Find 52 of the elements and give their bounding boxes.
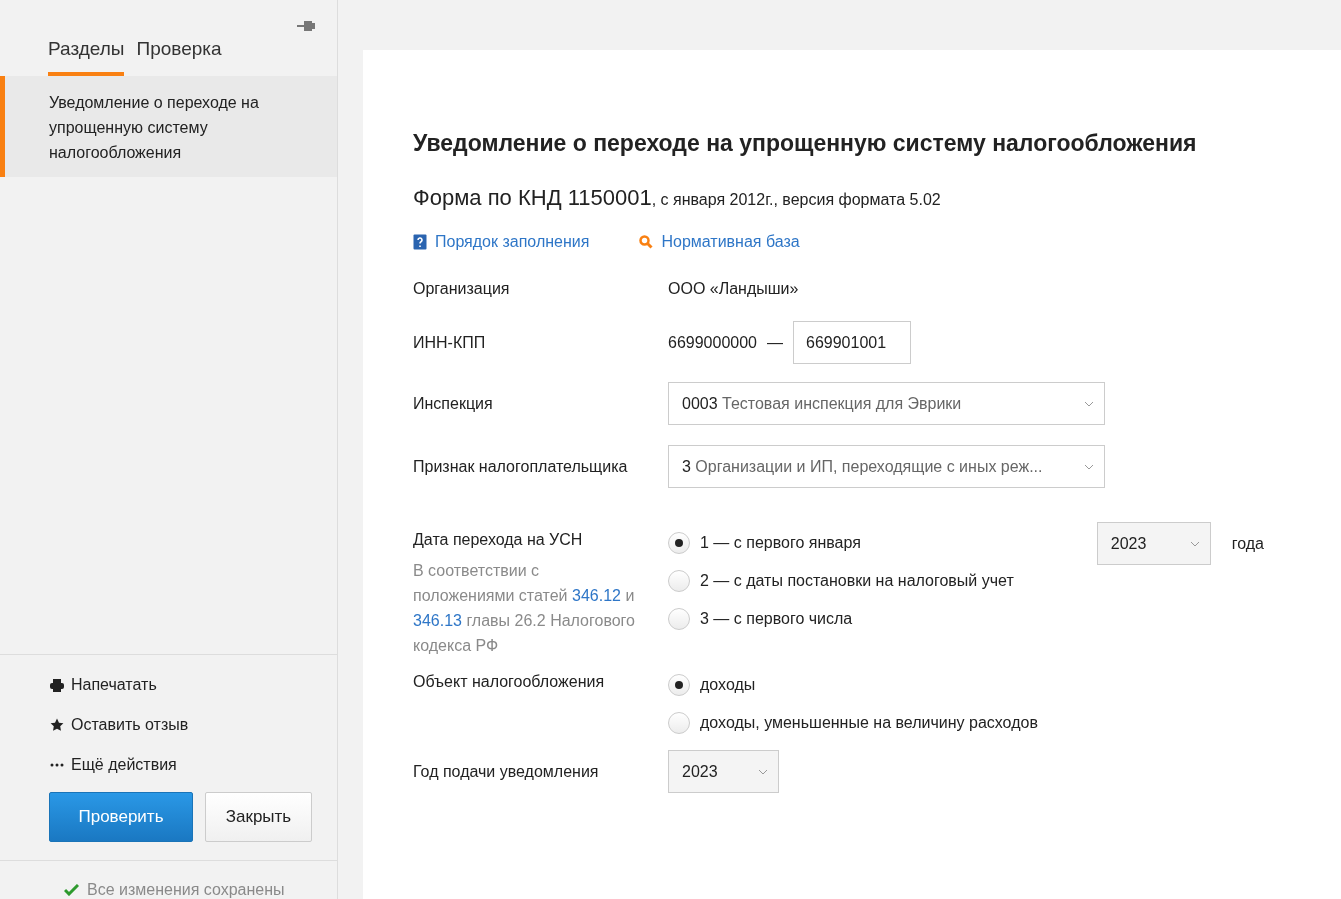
select-dropdown[interactable]: 3 Организации и ИП, переходящие с иных реж... [668,445,1105,488]
printer-icon [50,678,64,692]
select-dropdown[interactable]: 0003 Тестовая инспекция для Эврики [668,382,1105,425]
help-link[interactable]: Порядок заполнения [413,233,590,251]
action-link[interactable]: Оставить отзыв [0,705,337,745]
field-label: Дата перехода на УСН [413,530,584,550]
form-title: Уведомление о переходе на упрощенную систему налогообложения [413,130,1198,157]
action-link[interactable]: Напечатать [0,665,337,705]
legal-note: В соответствии с положениями статей 346.12 и 346.13 главы 26.2 Налогового кодекса РФ [413,561,635,656]
radio-label: 1 — с первого января [700,533,861,553]
separator-dash: — [767,332,783,353]
field-label: Инспекция [413,394,494,414]
radio-label: доходы [700,675,756,695]
radio-label: 3 — с первого числа [700,609,853,629]
chevron-down-icon [1084,400,1094,407]
chevron-down-icon [1084,463,1094,470]
kpp-input-field[interactable]: 669901001 [793,321,911,364]
field-label: Признак налогоплательщика [413,457,629,477]
checkmark-icon [64,884,79,896]
field-label: ИНН-КПП [413,333,487,353]
chevron-down-icon [758,768,768,775]
article-link[interactable]: 346.12 [572,587,621,604]
sidebar-tab[interactable]: Проверка [136,38,222,76]
year-select[interactable]: 2023 [668,750,779,793]
radio-button[interactable] [668,674,690,696]
action-link[interactable]: Ещё действия [0,745,337,785]
save-status: Все изменения сохранены [87,881,285,899]
radio-button[interactable] [668,608,690,630]
help-link[interactable]: Нормативная база [639,233,800,251]
radio-button[interactable] [668,532,690,554]
field-label: Объект налогообложения [413,672,606,692]
year-suffix: года [1231,533,1264,554]
check-button[interactable]: Проверить [49,792,193,842]
radio-button[interactable] [668,712,690,734]
article-link[interactable]: 346.13 [413,612,462,629]
form-subtitle: Форма по КНД 1150001, с января 2012г., версия формата 5.02 [413,185,942,211]
help-book-icon [413,234,427,250]
close-button[interactable]: Закрыть [205,792,312,842]
star-icon [50,718,64,732]
more-icon [50,763,64,767]
field-label: Организация [413,279,511,299]
organization-value: ООО «Ландыши» [668,279,800,299]
radio-label: доходы, уменьшенные на величину расходов [700,713,1038,733]
field-label: Год подачи уведомления [413,762,600,782]
inn-value: 6699000000 [668,332,757,353]
search-icon [639,235,654,249]
radio-label: 2 — с даты постановки на налоговый учет [700,571,1014,591]
pin-icon[interactable] [297,20,315,32]
year-select[interactable]: 2023 [1096,522,1211,565]
radio-button[interactable] [668,570,690,592]
section-item[interactable]: Уведомление о переходе на упрощенную систему налогообложения [0,76,337,177]
chevron-down-icon [1189,540,1200,547]
